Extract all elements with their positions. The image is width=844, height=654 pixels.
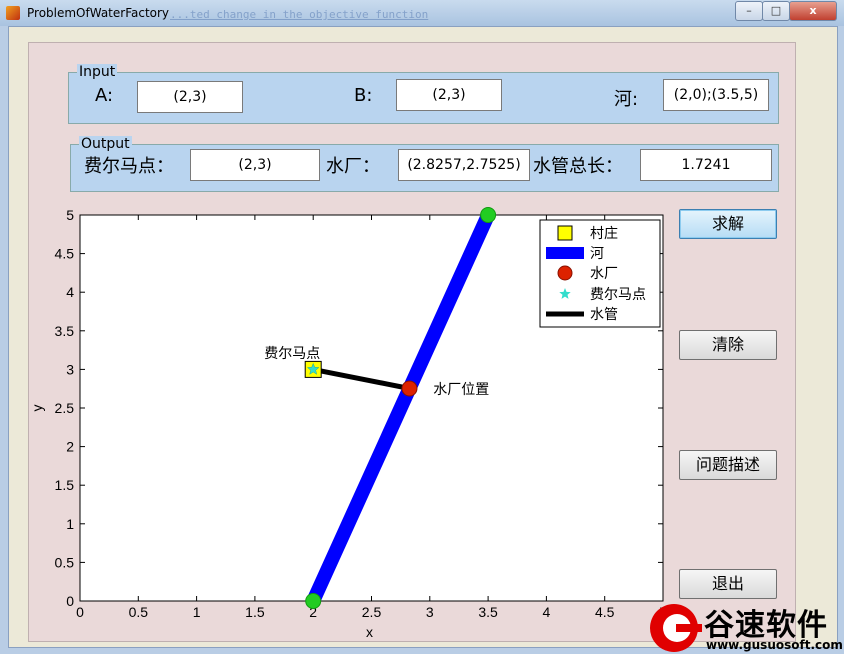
plot-annotation: 水厂位置 — [433, 382, 489, 398]
plot-annotation: 费尔马点 — [264, 346, 320, 362]
water-plant-marker — [401, 380, 418, 397]
x-tick-label: 1 — [193, 604, 201, 620]
x-tick-label: 3.5 — [478, 604, 498, 620]
x-tick-label: 0.5 — [129, 604, 149, 620]
y-tick-label: 3 — [66, 361, 74, 377]
legend-label: 费尔马点 — [590, 287, 646, 303]
y-tick-label: 4 — [66, 284, 74, 300]
legend-river-symbol — [546, 247, 584, 259]
legend-label: 水管 — [590, 307, 618, 323]
y-tick-label: 1.5 — [55, 477, 75, 493]
gusuo-logo-icon — [650, 604, 702, 652]
exit-button[interactable]: 退出 — [679, 569, 777, 599]
y-tick-label: 0 — [66, 593, 74, 609]
plot-axes: 00.511.522.533.544.5500.511.522.533.544.… — [29, 207, 667, 640]
y-tick-label: 3.5 — [55, 323, 75, 339]
y-tick-label: 5 — [66, 207, 74, 223]
legend-plant-symbol — [557, 265, 573, 281]
y-tick-label: 1 — [66, 516, 74, 532]
x-tick-label: 0 — [76, 604, 84, 620]
y-tick-label: 4.5 — [55, 246, 75, 262]
watermark-url: www.gusuosoft.com — [706, 638, 843, 652]
river-endpoint — [305, 593, 322, 609]
river-endpoint — [480, 207, 497, 223]
legend-village-symbol — [557, 225, 573, 241]
x-tick-label: 2.5 — [362, 604, 382, 620]
clear-button[interactable]: 清除 — [679, 330, 777, 360]
legend-label: 水厂 — [590, 266, 618, 282]
legend-label: 河 — [590, 246, 604, 262]
x-tick-label: 4.5 — [595, 604, 615, 620]
watermark: 谷速软件 www.gusuosoft.com — [646, 598, 844, 654]
legend-label: 村庄 — [590, 225, 618, 242]
y-axis-label: y — [29, 405, 45, 412]
x-tick-label: 3 — [426, 604, 434, 620]
y-tick-label: 2.5 — [55, 400, 75, 416]
solve-button[interactable]: 求解 — [679, 209, 777, 239]
y-tick-label: 0.5 — [55, 554, 75, 570]
x-tick-label: 1.5 — [245, 604, 265, 620]
x-tick-label: 4 — [543, 604, 551, 620]
x-axis-label: x — [366, 624, 373, 640]
describe-button[interactable]: 问题描述 — [679, 450, 777, 480]
y-tick-label: 2 — [66, 439, 74, 455]
